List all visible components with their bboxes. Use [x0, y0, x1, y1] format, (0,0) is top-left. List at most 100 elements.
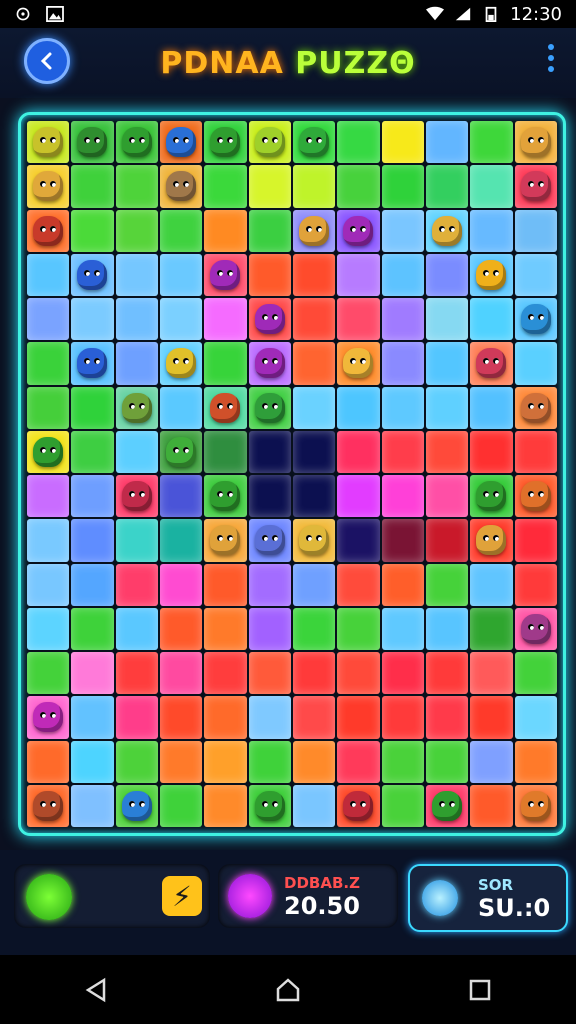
puzzle-piece[interactable] — [292, 209, 336, 252]
puzzle-piece[interactable] — [514, 563, 557, 606]
puzzle-piece[interactable] — [248, 784, 291, 827]
puzzle-piece[interactable] — [470, 298, 513, 341]
puzzle-piece[interactable] — [337, 430, 380, 473]
puzzle-piece[interactable] — [470, 430, 513, 473]
puzzle-piece[interactable] — [292, 253, 336, 296]
puzzle-piece[interactable] — [71, 253, 114, 296]
puzzle-piece[interactable] — [292, 519, 336, 562]
puzzle-piece[interactable] — [425, 607, 469, 650]
puzzle-piece[interactable] — [115, 784, 158, 827]
puzzle-piece[interactable] — [425, 253, 469, 296]
puzzle-piece[interactable] — [248, 652, 291, 695]
puzzle-piece[interactable] — [381, 475, 424, 518]
puzzle-piece[interactable] — [71, 298, 114, 341]
puzzle-piece[interactable] — [27, 519, 70, 562]
puzzle-piece[interactable] — [248, 209, 291, 252]
puzzle-piece[interactable] — [337, 740, 380, 783]
puzzle-piece[interactable] — [470, 342, 513, 385]
puzzle-piece[interactable] — [337, 253, 380, 296]
puzzle-piece[interactable] — [470, 652, 513, 695]
nav-back-button[interactable] — [76, 970, 116, 1010]
puzzle-piece[interactable] — [71, 652, 114, 695]
puzzle-piece[interactable] — [248, 740, 291, 783]
puzzle-piece[interactable] — [115, 386, 158, 429]
puzzle-piece[interactable] — [159, 475, 203, 518]
puzzle-piece[interactable] — [27, 298, 70, 341]
puzzle-piece[interactable] — [337, 298, 380, 341]
leaf-powerup-button[interactable] — [26, 874, 72, 920]
puzzle-piece[interactable] — [292, 342, 336, 385]
puzzle-piece[interactable] — [292, 563, 336, 606]
puzzle-piece[interactable] — [115, 121, 158, 164]
puzzle-piece[interactable] — [159, 165, 203, 208]
puzzle-piece[interactable] — [514, 430, 557, 473]
puzzle-piece[interactable] — [425, 209, 469, 252]
puzzle-piece[interactable] — [248, 386, 291, 429]
puzzle-piece[interactable] — [159, 298, 203, 341]
puzzle-piece[interactable] — [248, 607, 291, 650]
puzzle-piece[interactable] — [115, 430, 158, 473]
puzzle-piece[interactable] — [159, 386, 203, 429]
puzzle-piece[interactable] — [71, 607, 114, 650]
puzzle-piece[interactable] — [337, 209, 380, 252]
puzzle-piece[interactable] — [425, 342, 469, 385]
puzzle-piece[interactable] — [425, 519, 469, 562]
puzzle-piece[interactable] — [514, 475, 557, 518]
puzzle-piece[interactable] — [204, 475, 247, 518]
puzzle-piece[interactable] — [115, 253, 158, 296]
puzzle-piece[interactable] — [292, 121, 336, 164]
puzzle-piece[interactable] — [27, 607, 70, 650]
puzzle-piece[interactable] — [71, 386, 114, 429]
puzzle-piece[interactable] — [337, 563, 380, 606]
more-menu-button[interactable] — [548, 44, 554, 72]
puzzle-piece[interactable] — [115, 740, 158, 783]
puzzle-piece[interactable] — [514, 121, 557, 164]
puzzle-piece[interactable] — [381, 165, 424, 208]
puzzle-piece[interactable] — [470, 253, 513, 296]
puzzle-piece[interactable] — [425, 430, 469, 473]
puzzle-piece[interactable] — [71, 342, 114, 385]
puzzle-piece[interactable] — [381, 740, 424, 783]
score-panel[interactable]: SOR SU.:0 — [408, 864, 568, 932]
puzzle-piece[interactable] — [425, 165, 469, 208]
puzzle-piece[interactable] — [115, 342, 158, 385]
puzzle-piece[interactable] — [425, 475, 469, 518]
puzzle-piece[interactable] — [292, 784, 336, 827]
puzzle-piece[interactable] — [292, 696, 336, 739]
puzzle-piece[interactable] — [514, 209, 557, 252]
puzzle-piece[interactable] — [115, 519, 158, 562]
puzzle-piece[interactable] — [337, 386, 380, 429]
puzzle-piece[interactable] — [159, 607, 203, 650]
puzzle-piece[interactable] — [337, 475, 380, 518]
puzzle-piece[interactable] — [159, 696, 203, 739]
puzzle-piece[interactable] — [204, 607, 247, 650]
puzzle-piece[interactable] — [514, 784, 557, 827]
puzzle-piece[interactable] — [381, 563, 424, 606]
puzzle-piece[interactable] — [71, 519, 114, 562]
puzzle-piece[interactable] — [381, 519, 424, 562]
puzzle-piece[interactable] — [292, 652, 336, 695]
puzzle-piece[interactable] — [115, 696, 158, 739]
puzzle-piece[interactable] — [381, 386, 424, 429]
puzzle-piece[interactable] — [337, 652, 380, 695]
puzzle-piece[interactable] — [248, 342, 291, 385]
puzzle-piece[interactable] — [159, 253, 203, 296]
puzzle-piece[interactable] — [71, 165, 114, 208]
puzzle-piece[interactable] — [115, 209, 158, 252]
puzzle-piece[interactable] — [425, 652, 469, 695]
puzzle-piece[interactable] — [514, 652, 557, 695]
puzzle-piece[interactable] — [470, 209, 513, 252]
puzzle-piece[interactable] — [27, 784, 70, 827]
puzzle-piece[interactable] — [470, 519, 513, 562]
puzzle-piece[interactable] — [115, 298, 158, 341]
puzzle-piece[interactable] — [425, 386, 469, 429]
puzzle-piece[interactable] — [27, 165, 70, 208]
puzzle-piece[interactable] — [292, 430, 336, 473]
puzzle-piece[interactable] — [71, 784, 114, 827]
nav-home-button[interactable] — [268, 970, 308, 1010]
puzzle-piece[interactable] — [292, 298, 336, 341]
puzzle-piece[interactable] — [425, 740, 469, 783]
puzzle-piece[interactable] — [470, 121, 513, 164]
puzzle-piece[interactable] — [159, 121, 203, 164]
puzzle-piece[interactable] — [71, 121, 114, 164]
